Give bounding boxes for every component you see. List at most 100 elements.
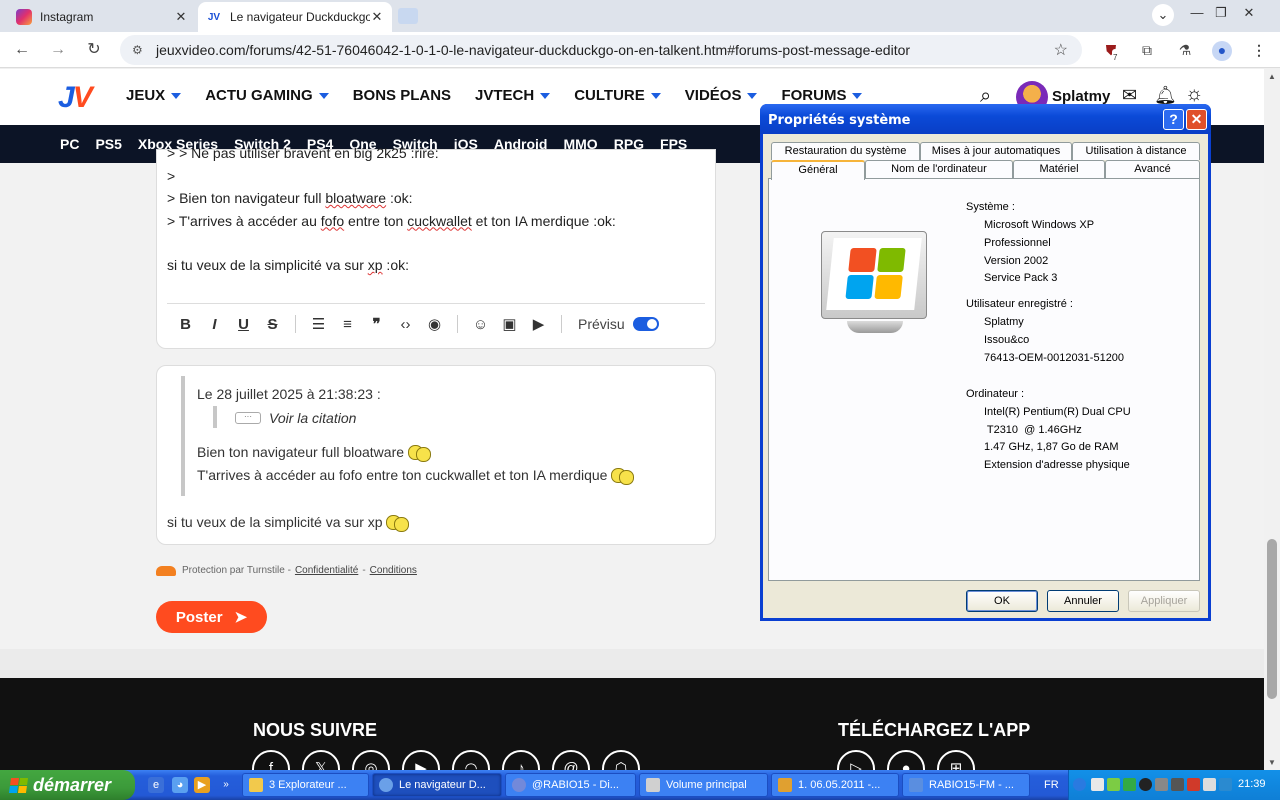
taskbar-item-media[interactable]: 1. 06.05.2011 -... [771, 773, 899, 797]
view-quote-link[interactable]: Voir la citation [269, 410, 356, 426]
quicklaunch-media-icon[interactable]: ▶ [194, 777, 210, 793]
clock[interactable]: 21:39 [1238, 778, 1266, 790]
expand-quote-button[interactable]: ··· [235, 412, 261, 424]
apple-icon[interactable]: ● [887, 750, 925, 770]
jv-logo[interactable]: JV [58, 81, 93, 115]
theme-sun-icon[interactable]: ☼ [1185, 83, 1203, 106]
tray-app-icon[interactable] [1155, 778, 1168, 791]
help-icon[interactable]: ? [1163, 109, 1184, 130]
tab-general[interactable]: Général [771, 160, 865, 180]
forward-arrow-icon[interactable]: → [46, 38, 70, 62]
tray-network-icon[interactable] [1091, 778, 1104, 791]
quote-icon[interactable]: ❞ [362, 315, 391, 333]
reload-icon[interactable]: ↻ [82, 38, 106, 62]
tray-expand-icon[interactable] [1073, 778, 1086, 791]
tab-instagram[interactable]: Instagram ✕ [8, 2, 196, 32]
page-scrollbar[interactable]: ▲ ▼ [1264, 69, 1280, 770]
cancel-button[interactable]: Annuler [1047, 590, 1119, 612]
dialog-titlebar[interactable]: Propriétés système ? ✕ [760, 104, 1211, 134]
preview-toggle[interactable] [632, 317, 659, 331]
tray-app-icon[interactable] [1139, 778, 1152, 791]
post-button[interactable]: Poster ➤ [156, 601, 267, 633]
nav-item[interactable]: VIDÉOS [685, 87, 758, 104]
nav-item[interactable]: CULTURE [574, 87, 661, 104]
editor-text[interactable]: > > Ne pas utiliser bravent en big 2k25 … [167, 145, 616, 277]
x-icon[interactable]: 𝕏 [302, 750, 340, 770]
restore-icon[interactable]: ❐ [1210, 2, 1232, 24]
threads-icon[interactable]: @ [552, 750, 590, 770]
nav-item[interactable]: BONS PLANS [353, 87, 451, 104]
tab-search-dropdown-icon[interactable]: ⌄ [1152, 4, 1174, 26]
nav-item[interactable]: FORUMS [781, 87, 863, 104]
strikethrough-icon[interactable]: S [258, 316, 287, 333]
tab-automatic-updates[interactable]: Mises à jour automatiques [920, 142, 1072, 160]
nav-item[interactable]: ACTU GAMING [205, 87, 329, 104]
start-button[interactable]: démarrer [0, 770, 135, 800]
bold-icon[interactable]: B [171, 316, 200, 333]
labs-flask-icon[interactable]: ⚗ [1176, 41, 1194, 59]
platform-link[interactable]: PC [60, 136, 79, 152]
scrollbar-thumb[interactable] [1267, 539, 1277, 699]
bullet-list-icon[interactable]: ☰ [304, 315, 333, 333]
windows-icon[interactable]: ⊞ [937, 750, 975, 770]
username[interactable]: Splatmy [1052, 88, 1110, 105]
browser-menu-icon[interactable]: ⋮ [1250, 41, 1268, 59]
message-editor[interactable]: > > Ne pas utiliser bravent en big 2k25 … [156, 145, 716, 349]
italic-icon[interactable]: I [200, 316, 229, 333]
tab-jeuxvideo[interactable]: JV Le navigateur Duckduckgo ✕ [198, 2, 392, 32]
tray-app-icon[interactable] [1219, 778, 1232, 791]
underline-icon[interactable]: U [229, 316, 258, 333]
minimize-icon[interactable]: — [1186, 2, 1208, 24]
taskbar-item-discord[interactable]: @RABIO15 - Di... [505, 773, 636, 797]
facebook-icon[interactable]: f [252, 750, 290, 770]
close-tab-icon[interactable]: ✕ [174, 9, 188, 25]
extensions-puzzle-icon[interactable]: ⧉ [1138, 41, 1156, 59]
profile-avatar-icon[interactable]: ● [1212, 41, 1232, 61]
taskbar-item-volume[interactable]: Volume principal [639, 773, 768, 797]
back-arrow-icon[interactable]: ← [10, 38, 34, 62]
language-indicator[interactable]: FR [1044, 779, 1059, 791]
google-play-icon[interactable]: ▷ [837, 750, 875, 770]
tab-advanced[interactable]: Avancé [1105, 160, 1200, 178]
taskbar-item-radio[interactable]: RABIO15-FM - ... [902, 773, 1030, 797]
quicklaunch-discord-icon[interactable]: ◕ [172, 777, 188, 793]
tray-app-icon[interactable] [1123, 778, 1136, 791]
site-settings-icon[interactable]: ⚙ [132, 43, 146, 57]
platform-link[interactable]: PS5 [95, 136, 121, 152]
tray-volume-icon[interactable] [1203, 778, 1216, 791]
quicklaunch-expand-icon[interactable]: » [218, 777, 234, 793]
ok-button[interactable]: OK [966, 590, 1038, 612]
mail-icon[interactable]: ✉ [1122, 85, 1137, 106]
tray-app-icon[interactable] [1171, 778, 1184, 791]
taskbar-item-browser[interactable]: Le navigateur D... [372, 773, 502, 797]
terms-link[interactable]: Conditions [370, 565, 417, 576]
video-icon[interactable]: ▶ [524, 315, 553, 333]
instagram-icon[interactable]: ◎ [352, 750, 390, 770]
address-bar[interactable]: ⚙ jeuxvideo.com/forums/42-51-76046042-1-… [120, 35, 1082, 65]
nav-item[interactable]: JVTECH [475, 87, 551, 104]
scroll-up-icon[interactable]: ▲ [1268, 72, 1276, 81]
close-icon[interactable]: ✕ [1186, 109, 1207, 130]
bookmark-star-icon[interactable]: ☆ [1054, 40, 1068, 60]
window-close-icon[interactable]: ✕ [1238, 2, 1260, 24]
tiktok-icon[interactable]: ♪ [502, 750, 540, 770]
taskbar-item-explorer[interactable]: 3 Explorateur ... [242, 773, 369, 797]
spoiler-eye-icon[interactable]: ◉ [420, 315, 449, 333]
shield-extension-icon[interactable]: ⛊ 7 [1102, 41, 1120, 67]
tab-remote[interactable]: Utilisation à distance [1072, 142, 1200, 160]
new-tab-button[interactable] [398, 8, 418, 24]
privacy-link[interactable]: Confidentialité [295, 565, 358, 576]
image-icon[interactable]: ▣ [495, 315, 524, 333]
snapchat-icon[interactable]: ☖ [602, 750, 640, 770]
nav-item[interactable]: JEUX [126, 87, 182, 104]
scroll-down-icon[interactable]: ▼ [1268, 758, 1276, 767]
tab-system-restore[interactable]: Restauration du système [771, 142, 920, 160]
numbered-list-icon[interactable]: ≡ [333, 316, 362, 333]
emoji-icon[interactable]: ☺ [466, 316, 495, 333]
bell-icon[interactable]: 🔔︎ [1154, 85, 1177, 106]
close-tab-icon[interactable]: ✕ [370, 9, 384, 25]
tab-computer-name[interactable]: Nom de l'ordinateur [865, 160, 1013, 178]
tray-app-icon[interactable] [1187, 778, 1200, 791]
youtube-icon[interactable]: ▶ [402, 750, 440, 770]
apply-button[interactable]: Appliquer [1128, 590, 1200, 612]
